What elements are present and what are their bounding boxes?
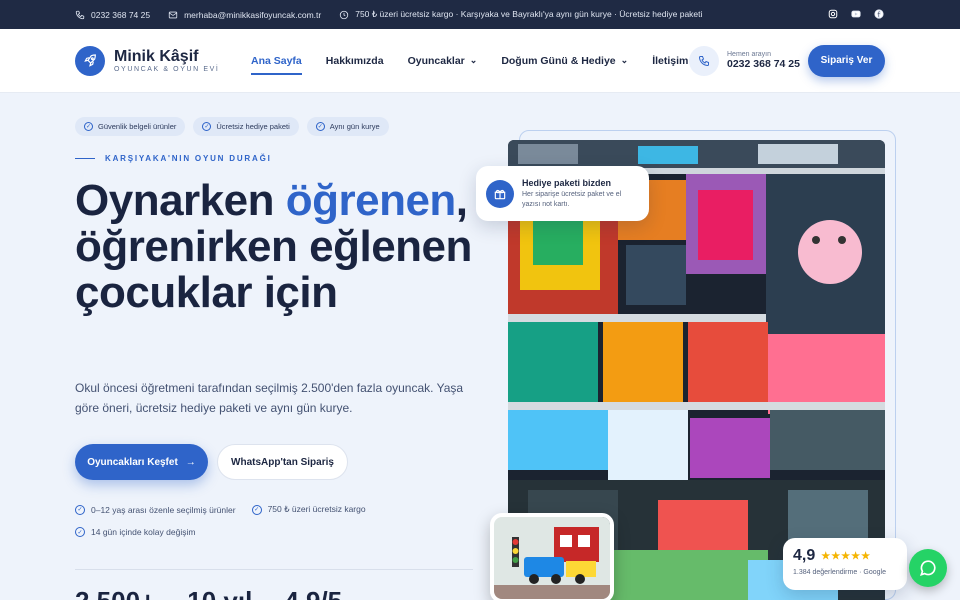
- stat-rating: 4,9/5: [284, 586, 342, 600]
- chevron-down-icon: ⌄: [620, 55, 629, 65]
- youtube-icon[interactable]: [851, 9, 862, 20]
- check-icon: ✓: [84, 122, 93, 131]
- badge-safety: ✓ Güvenlik belgeli ürünler: [75, 117, 186, 136]
- stat-products: 2.500+: [75, 586, 155, 600]
- whatsapp-icon: [920, 560, 936, 576]
- feature-item: ✓ 14 gün içinde kolay değişim: [75, 527, 195, 537]
- phone-icon: [689, 45, 719, 76]
- mail-icon: [168, 11, 178, 18]
- headline-highlight: öğrenen: [285, 176, 457, 225]
- badge-safety-label: Güvenlik belgeli ürünler: [98, 122, 177, 131]
- feature-list: ✓ 0–12 yaş arası özenle seçilmiş ürünler …: [75, 504, 475, 537]
- gift-icon: [486, 179, 514, 208]
- topbar-phone-text: 0232 368 74 25: [91, 9, 151, 20]
- top-bar: 0232 368 74 25 merhaba@minikkasifoyuncak…: [0, 0, 960, 29]
- stat-years: 10 yıl: [187, 586, 252, 600]
- stats-row: 2.500+ 10 yıl 4,9/5: [75, 586, 342, 600]
- arrow-right-icon: →: [185, 456, 196, 468]
- nav-contact-label: İletişim: [652, 54, 689, 67]
- rocket-icon: [75, 45, 105, 76]
- gift-card-text: Her siparişe ücretsiz paket ve el yazısı…: [522, 190, 622, 208]
- topbar-notice-text: 750 ₺ üzeri ücretsiz kargo · Karşıyaka v…: [355, 9, 703, 19]
- call-box[interactable]: Hemen arayın 0232 368 74 25: [689, 45, 800, 76]
- check-icon: ✓: [75, 527, 85, 537]
- order-button[interactable]: Sipariş Ver: [808, 44, 885, 77]
- instagram-icon[interactable]: [828, 9, 839, 20]
- trust-badges: ✓ Güvenlik belgeli ürünler ✓ Ücretsiz hedi…: [75, 117, 389, 136]
- badge-gift-wrap-label: Ücretsiz hediye paketi: [216, 122, 290, 131]
- check-icon: ✓: [202, 122, 212, 131]
- nav-about-label: Hakkımızda: [325, 54, 384, 67]
- feature-item: ✓ 750 ₺ üzeri ücretsiz kargo: [251, 504, 366, 515]
- eyebrow-line: [75, 158, 95, 159]
- topbar-email-text: merhaba@minikkasifoyuncak.com.tr: [184, 9, 322, 20]
- feature-exchange-label: 14 gün içinde kolay değişim: [91, 527, 196, 537]
- nav-toys[interactable]: Oyuncaklar ⌄: [408, 55, 478, 67]
- phone-icon: [75, 10, 85, 19]
- main-header: Minik Kâşif OYUNCAK & OYUN EVİ Ana Sayfa…: [0, 29, 960, 93]
- badge-same-day-label: Aynı gün kurye: [329, 122, 380, 131]
- nav-home[interactable]: Ana Sayfa: [251, 54, 302, 75]
- nav-about[interactable]: Hakkımızda: [326, 55, 384, 67]
- clock-icon: [340, 10, 349, 19]
- nav-birthday-gift-label: Doğum Günü & Hediye: [501, 54, 616, 67]
- hero-lead: Okul öncesi öğretmeni tarafından seçilmi…: [75, 381, 464, 415]
- nav-birthday-gift[interactable]: Doğum Günü & Hediye ⌄: [501, 55, 628, 67]
- brand-tagline: OYUNCAK & OYUN EVİ: [114, 66, 220, 73]
- topbar-phone[interactable]: 0232 368 74 25: [75, 10, 150, 20]
- divider: [75, 569, 473, 570]
- rating-score: 4,9: [793, 547, 816, 564]
- explore-toys-button[interactable]: Oyuncakları Keşfet →: [75, 444, 208, 480]
- check-icon: ✓: [251, 504, 262, 515]
- chevron-down-icon: ⌄: [469, 55, 478, 65]
- social-links: [828, 9, 885, 20]
- check-icon: ✓: [75, 504, 85, 515]
- facebook-icon[interactable]: [874, 9, 885, 20]
- feature-item: ✓ 0–12 yaş arası özenle seçilmiş ürünler: [75, 504, 236, 515]
- check-icon: ✓: [315, 122, 325, 131]
- badge-gift-wrap: ✓ Ücretsiz hediye paketi: [193, 117, 299, 136]
- nav-home-label: Ana Sayfa: [251, 54, 302, 67]
- rating-caption: 1.384 değerlendirme · Google: [793, 569, 887, 576]
- brand-logo[interactable]: Minik Kâşif OYUNCAK & OYUN EVİ: [75, 45, 251, 76]
- headline-pre: Oynarken: [75, 176, 286, 225]
- toy-train-thumbnail: [490, 513, 614, 600]
- eyebrow-text: KARŞIYAKA'NIN OYUN DURAĞI: [105, 154, 272, 163]
- feature-age-label: 0–12 yaş arası özenle seçilmiş ürünler: [91, 504, 236, 515]
- hero-eyebrow: KARŞIYAKA'NIN OYUN DURAĞI: [75, 154, 272, 163]
- whatsapp-chat-button[interactable]: [909, 549, 947, 587]
- feature-shipping-label: 750 ₺ üzeri ücretsiz kargo: [267, 504, 366, 514]
- badge-same-day: ✓ Aynı gün kurye: [306, 117, 389, 136]
- rating-stars: ★★★★★: [821, 550, 872, 562]
- topbar-email[interactable]: merhaba@minikkasifoyuncak.com.tr: [168, 10, 321, 20]
- nav-toys-label: Oyuncaklar: [407, 54, 465, 67]
- brand-name: Minik Kâşif: [114, 48, 199, 65]
- hero-headline: Oynarken öğrenen, öğrenirken eğlenen çoc…: [75, 178, 495, 316]
- topbar-notice: 750 ₺ üzeri ücretsiz kargo · Karşıyaka v…: [339, 9, 702, 20]
- call-number: 0232 368 74 25: [727, 58, 800, 70]
- nav-contact[interactable]: İletişim: [652, 55, 688, 67]
- explore-toys-label: Oyuncakları Keşfet: [87, 456, 178, 468]
- main-nav: Ana Sayfa Hakkımızda Oyuncaklar ⌄ Doğum G…: [251, 54, 688, 75]
- whatsapp-order-button[interactable]: WhatsApp'tan Sipariş: [217, 444, 348, 480]
- gift-card-title: Hediye paketi bizden: [522, 177, 612, 188]
- gift-wrap-card: Hediye paketi bizden Her siparişe ücrets…: [476, 166, 649, 221]
- google-rating-card: 4,9 ★★★★★ 1.384 değerlendirme · Google: [783, 538, 907, 590]
- call-caption: Hemen arayın: [727, 51, 771, 58]
